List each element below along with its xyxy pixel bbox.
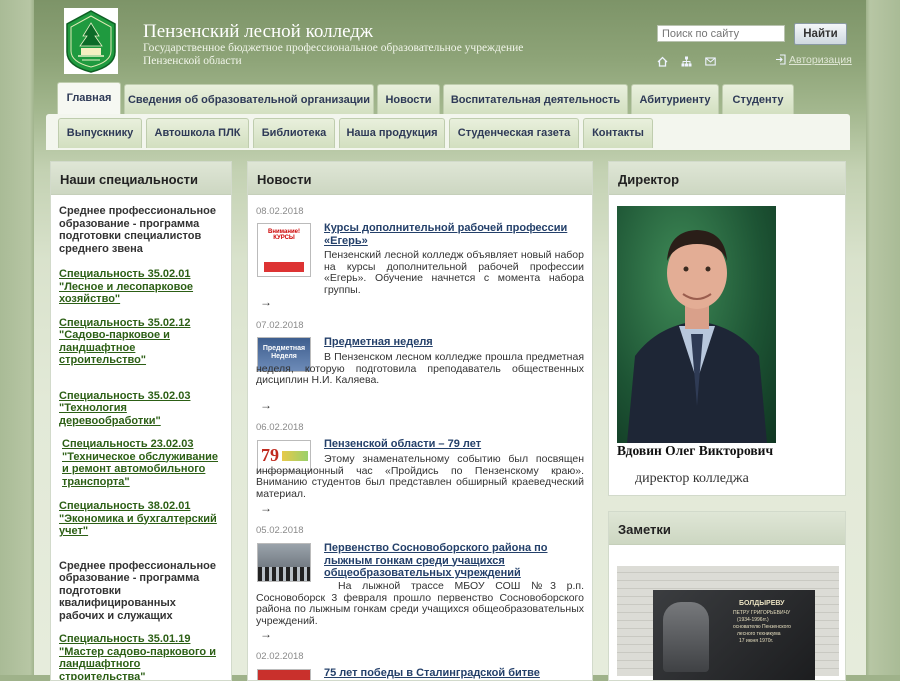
login-label: Авторизация bbox=[789, 54, 852, 66]
login-link[interactable]: Авторизация bbox=[775, 54, 852, 66]
site-subtitle: Государственное бюджетное профессиональн… bbox=[143, 42, 524, 67]
news-item: 08.02.2018 bbox=[256, 206, 584, 217]
news-thumbnail[interactable] bbox=[257, 669, 311, 680]
sitemap-icon[interactable] bbox=[681, 56, 692, 67]
plaque-text: основателю Пензенского bbox=[733, 624, 791, 630]
search-input[interactable] bbox=[657, 25, 785, 42]
tab-driving-school[interactable]: Автошкола ПЛК bbox=[146, 118, 249, 148]
news-title-link[interactable]: Первенство Сосновоборского района по лыж… bbox=[324, 542, 584, 580]
news-date: 02.02.2018 bbox=[256, 651, 304, 662]
specialty-link-35-02-01[interactable]: Специальность 35.02.01 "Лесное и лесопар… bbox=[59, 268, 223, 306]
mail-icon[interactable] bbox=[705, 56, 716, 67]
news-date: 06.02.2018 bbox=[256, 422, 304, 433]
tab-label: Новости bbox=[385, 94, 432, 106]
tab-newspaper[interactable]: Студенческая газета bbox=[449, 118, 579, 148]
news-date: 07.02.2018 bbox=[256, 320, 304, 331]
specialties-panel: Наши специальности Среднее профессиональ… bbox=[50, 161, 232, 681]
logo-emblem-icon bbox=[64, 8, 118, 74]
thumb-caption: Внимание! КУРСЫ bbox=[268, 229, 300, 241]
director-position: директор колледжа bbox=[635, 471, 749, 486]
plaque-name: БОЛДЫРЕВУ bbox=[739, 600, 785, 607]
specialty-link-35-02-12[interactable]: Специальность 35.02.12 "Садово-парковое … bbox=[59, 317, 223, 367]
read-more-arrow[interactable]: → bbox=[260, 627, 272, 641]
tab-student[interactable]: Студенту bbox=[722, 84, 794, 115]
news-title-link[interactable]: Пензенской области – 79 лет bbox=[324, 438, 584, 451]
news-text: Пензенский лесной колледж объявляет новы… bbox=[324, 249, 584, 297]
plaque-text: ПЕТРУ ГРИГОРЬЕВИЧУ bbox=[733, 610, 791, 616]
college-logo[interactable] bbox=[64, 8, 118, 74]
tab-label: Контакты bbox=[592, 127, 644, 139]
tab-products[interactable]: Наша продукция bbox=[339, 118, 445, 148]
tab-label: Абитуриенту bbox=[639, 94, 711, 106]
tab-applicant[interactable]: Абитуриенту bbox=[631, 84, 719, 115]
login-icon bbox=[776, 54, 786, 65]
news-text: На лыжной трассе МБОУ СОШ №3 р.п. Соснов… bbox=[256, 580, 584, 628]
news-title-link[interactable]: Курсы дополнительной рабочей профессии «… bbox=[324, 222, 584, 247]
tab-label: Воспитательная деятельность bbox=[450, 94, 621, 106]
director-heading: Директор bbox=[609, 162, 845, 195]
specialty-link-38-02-01[interactable]: Специальность 38.02.01 "Экономика и бухг… bbox=[59, 500, 223, 538]
tab-graduate[interactable]: Выпускнику bbox=[58, 118, 142, 148]
news-text: Этому знаменательному событию был посвящ… bbox=[256, 453, 584, 501]
home-icon[interactable] bbox=[657, 56, 668, 67]
news-text: В Пензенском лесном колледже прошла пред… bbox=[256, 351, 584, 387]
news-panel: Новости 08.02.2018 Внимание! КУРСЫ Курсы… bbox=[247, 161, 593, 681]
notes-panel: Заметки БОЛДЫРЕВУ ПЕТРУ ГРИГОРЬЕВИЧУ (19… bbox=[608, 511, 846, 681]
specialties-heading: Наши специальности bbox=[51, 162, 231, 195]
site-title: Пензенский лесной колледж bbox=[143, 21, 374, 42]
director-name: Вдовин Олег Викторович bbox=[617, 443, 774, 458]
notes-heading: Заметки bbox=[609, 512, 845, 545]
read-more-arrow[interactable]: → bbox=[260, 295, 272, 309]
news-title-link[interactable]: Предметная неделя bbox=[324, 336, 584, 349]
tab-label: Студенту bbox=[732, 94, 784, 106]
director-panel: Директор Вдовин Олег Викторович директор… bbox=[608, 161, 846, 496]
tab-contacts[interactable]: Контакты bbox=[583, 118, 653, 148]
tab-library[interactable]: Библиотека bbox=[253, 118, 335, 148]
director-photo[interactable] bbox=[617, 206, 776, 443]
tab-label: Главная bbox=[66, 92, 112, 104]
specialty-link-35-02-03[interactable]: Специальность 35.02.03 "Технология дерев… bbox=[59, 390, 223, 428]
specialties-group-title: Среднее профессиональное образование - п… bbox=[59, 205, 216, 255]
tab-education[interactable]: Воспитательная деятельность bbox=[443, 84, 628, 115]
specialty-link-35-01-19[interactable]: Специальность 35.01.19 "Мастер садово-па… bbox=[59, 633, 223, 680]
tab-label: Библиотека bbox=[261, 127, 327, 139]
news-date: 08.02.2018 bbox=[256, 206, 304, 217]
news-heading: Новости bbox=[248, 162, 592, 195]
read-more-arrow[interactable]: → bbox=[260, 398, 272, 412]
director-portrait-icon bbox=[627, 230, 767, 443]
tab-label: Наша продукция bbox=[346, 127, 438, 139]
plaque-text: (1934-1996гг.) bbox=[737, 617, 769, 623]
tab-label: Сведения об образовательной организации bbox=[127, 94, 371, 106]
tab-home[interactable]: Главная bbox=[57, 82, 121, 115]
tab-news[interactable]: Новости bbox=[377, 84, 440, 115]
tab-about[interactable]: Сведения об образовательной организации bbox=[124, 84, 374, 115]
tab-label: Выпускнику bbox=[66, 127, 134, 139]
notes-photo[interactable]: БОЛДЫРЕВУ ПЕТРУ ГРИГОРЬЕВИЧУ (1934-1996г… bbox=[617, 566, 839, 680]
plaque-text: 17 июня 1970г. bbox=[739, 638, 774, 644]
plaque-text: лесного техникума bbox=[737, 631, 781, 637]
tab-label: Студенческая газета bbox=[457, 127, 571, 139]
memorial-plaque: БОЛДЫРЕВУ ПЕТРУ ГРИГОРЬЕВИЧУ (1934-1996г… bbox=[653, 590, 815, 680]
read-more-arrow[interactable]: → bbox=[260, 501, 272, 515]
search-button[interactable]: Найти bbox=[794, 23, 847, 45]
specialties-group-title: Среднее профессиональное образование - п… bbox=[59, 559, 216, 622]
news-title-link[interactable]: 75 лет победы в Сталинградской битве bbox=[324, 667, 584, 680]
news-thumbnail[interactable]: Внимание! КУРСЫ bbox=[257, 223, 311, 277]
news-date: 05.02.2018 bbox=[256, 525, 304, 536]
specialty-link-23-02-03[interactable]: Специальность 23.02.03 "Техническое обсл… bbox=[59, 438, 223, 488]
news-thumbnail[interactable] bbox=[257, 543, 311, 582]
tab-label: Автошкола ПЛК bbox=[154, 127, 241, 139]
